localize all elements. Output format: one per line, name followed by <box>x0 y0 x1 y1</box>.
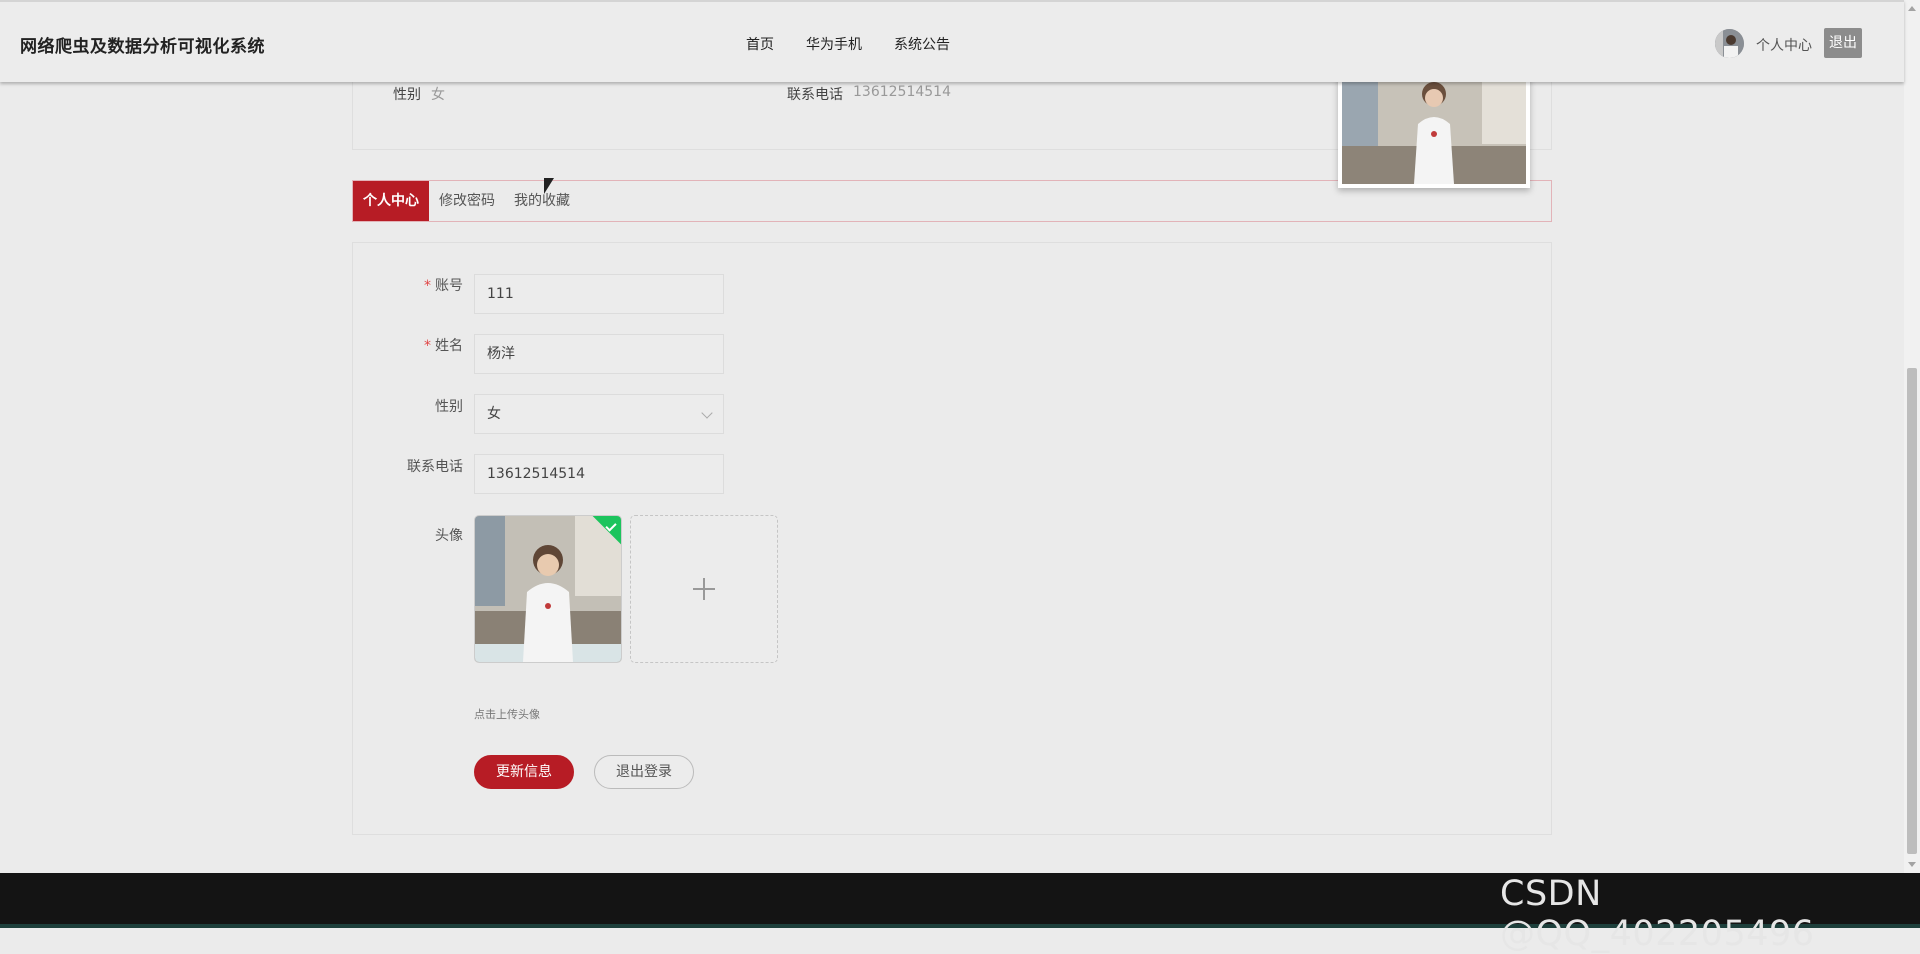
scroll-down-arrow-icon[interactable] <box>1908 862 1916 867</box>
summary-gender-value: 女 <box>431 87 445 103</box>
gender-label-wrap: 性别 <box>353 396 463 416</box>
header-logout-button[interactable]: 退出 <box>1824 28 1862 58</box>
mouse-cursor-icon <box>544 178 554 194</box>
top-navbar: 网络爬虫及数据分析可视化系统 首页 华为手机 系统公告 个人中心 退出 <box>0 0 1904 82</box>
phone-label-wrap: 联系电话 <box>353 456 463 476</box>
tab-user-center[interactable]: 个人中心 <box>353 181 429 221</box>
name-label: * 姓名 <box>424 335 463 355</box>
nav-user-center[interactable]: 个人中心 <box>1756 35 1812 55</box>
account-label: * 账号 <box>424 275 463 295</box>
profile-photo <box>1338 70 1530 188</box>
phone-label: 联系电话 <box>407 459 463 475</box>
required-mark: * <box>424 278 431 294</box>
summary-phone-value: 13612514514 <box>853 84 951 100</box>
avatar-image <box>1715 29 1744 58</box>
phone-input[interactable]: 13612514514 <box>474 454 724 494</box>
watermark: CSDN @QQ_402205496 <box>1500 874 1815 954</box>
avatar-upload-button[interactable] <box>630 515 778 663</box>
avatar-label-wrap: 头像 <box>353 525 463 545</box>
tab-my-favorites[interactable]: 我的收藏 <box>514 181 570 221</box>
avatar-label: 头像 <box>435 528 463 544</box>
uploaded-avatar-thumbnail[interactable] <box>474 515 622 663</box>
gender-label: 性别 <box>435 399 463 415</box>
name-label-text: 姓名 <box>435 338 463 354</box>
user-avatar[interactable] <box>1715 29 1744 58</box>
summary-phone-label: 联系电话 <box>787 87 843 103</box>
gender-select[interactable]: 女 <box>474 394 724 434</box>
page-scrollbar[interactable] <box>1904 0 1920 873</box>
chevron-down-icon <box>701 407 713 419</box>
uploaded-avatar-image <box>475 516 621 662</box>
profile-form-card: * 账号 111 * 姓名 杨洋 性别 女 联系电话 13612514514 头像 <box>352 242 1552 835</box>
nav-announcements[interactable]: 系统公告 <box>894 34 950 54</box>
tab-change-password[interactable]: 修改密码 <box>439 181 495 221</box>
summary-gender-label: 性别 <box>393 87 421 103</box>
profile-photo-image <box>1342 74 1526 184</box>
name-input[interactable]: 杨洋 <box>474 334 724 374</box>
nav-huawei-phones[interactable]: 华为手机 <box>806 34 862 54</box>
scroll-up-arrow-icon[interactable] <box>1908 6 1916 11</box>
plus-icon-vertical <box>703 578 705 600</box>
account-label-wrap: * 账号 <box>353 275 463 295</box>
name-label-wrap: * 姓名 <box>353 335 463 355</box>
upload-hint: 点击上传头像 <box>474 708 540 721</box>
required-mark: * <box>424 338 431 354</box>
logout-button[interactable]: 退出登录 <box>594 755 694 789</box>
scroll-thumb[interactable] <box>1907 368 1917 854</box>
gender-selected-value: 女 <box>487 406 501 422</box>
nav-home[interactable]: 首页 <box>746 34 774 54</box>
update-info-button[interactable]: 更新信息 <box>474 755 574 789</box>
account-input[interactable]: 111 <box>474 274 724 314</box>
account-label-text: 账号 <box>435 278 463 294</box>
site-title: 网络爬虫及数据分析可视化系统 <box>20 37 265 57</box>
